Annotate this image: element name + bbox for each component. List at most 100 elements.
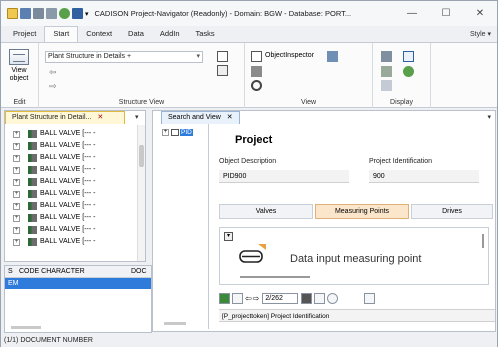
measuring-point-icon [239, 244, 266, 263]
tab-start[interactable]: Start [44, 26, 79, 42]
style-menu[interactable]: Style ▾ [470, 30, 491, 38]
record-icon[interactable] [219, 293, 230, 304]
expand-icon[interactable]: + [13, 202, 20, 210]
close-button[interactable]: ✕ [463, 1, 497, 26]
preview-vscrollbar[interactable] [482, 234, 484, 248]
detail-title: Project [235, 134, 273, 146]
minimize-button[interactable]: — [395, 1, 429, 26]
group-structure-view: Plant Structure in Details + ▾ ⇦ ⇨ Struc… [39, 43, 245, 108]
maximize-button[interactable]: ☐ [429, 1, 463, 26]
tree-item[interactable]: + BALL VALVE [--- - [13, 189, 96, 199]
sort-icon[interactable] [403, 51, 414, 62]
quick-access-toolbar: ▾ [1, 8, 89, 19]
title-bar: ▾ CADISON Project-Navigator (Readonly) -… [1, 1, 497, 26]
tree-hscrollbar[interactable] [164, 322, 186, 325]
collapse-icon[interactable]: ▾ [224, 232, 233, 241]
tree-item[interactable]: + BALL VALVE [--- - [13, 225, 96, 235]
pane-dropdown-icon[interactable]: ▾ [487, 113, 491, 121]
tab-addin[interactable]: AddIn [152, 27, 188, 42]
refresh-icon[interactable] [59, 8, 70, 19]
tree-item[interactable]: + BALL VALVE [--- - [13, 141, 96, 151]
save-icon[interactable] [72, 8, 83, 19]
expand-icon[interactable]: + [13, 178, 20, 186]
column-code-character[interactable]: CODE CHARACTER [19, 266, 85, 278]
next-arrow-icon[interactable]: ⇨ [253, 294, 260, 303]
detail-subtabs: Valves Measuring Points Drives [219, 204, 495, 219]
column-s[interactable]: S [8, 266, 13, 278]
column-doc[interactable]: DOC [131, 266, 147, 278]
valve-icon [28, 154, 37, 162]
tab-context[interactable]: Context [78, 27, 120, 42]
back-arrow-icon[interactable]: ⇦ [49, 67, 57, 78]
folder-open-icon[interactable] [7, 8, 18, 19]
expand-icon[interactable]: + [13, 166, 20, 174]
table-row[interactable]: EM [5, 278, 151, 289]
close-icon[interactable]: ✕ [97, 114, 103, 121]
subtab-drives[interactable]: Drives [411, 204, 493, 219]
tree-item[interactable]: + BALL VALVE [--- - [13, 177, 96, 187]
search-tree: + PID [156, 124, 209, 329]
list-icon[interactable] [381, 80, 392, 91]
ribbon-tabs: Project Start Context Data AddIn Tasks S… [1, 26, 497, 43]
scrollbar-thumb[interactable] [139, 145, 144, 167]
object-description-label: Object Description [219, 158, 277, 165]
object-description-field[interactable]: PID900 [219, 170, 349, 183]
expand-tree-icon[interactable] [217, 65, 228, 76]
tab-tasks[interactable]: Tasks [188, 27, 223, 42]
zoom-icon[interactable] [327, 293, 339, 304]
new-window-icon[interactable] [20, 8, 31, 19]
print-icon[interactable] [364, 293, 376, 304]
structure-view-combo[interactable]: Plant Structure in Details + ▾ [45, 51, 203, 63]
filter-icon[interactable] [381, 66, 392, 77]
tree-item[interactable]: + BALL VALVE [--- - [13, 237, 96, 247]
project-identification-field[interactable]: 900 [369, 170, 479, 183]
tree-item[interactable]: + BALL VALVE [--- - [13, 165, 96, 175]
diagram-icon [171, 129, 179, 136]
pane-dropdown-icon[interactable]: ▾ [135, 113, 139, 121]
qat-dropdown-icon[interactable]: ▾ [85, 10, 89, 18]
expand-icon[interactable]: + [13, 154, 20, 162]
valve-icon [28, 238, 37, 246]
tree-scrollbar[interactable] [137, 125, 145, 261]
expand-icon[interactable]: + [13, 226, 20, 234]
tab-plant-structure[interactable]: Plant Structure in Detail... ✕ [5, 111, 125, 124]
window-title: CADISON Project-Navigator (Readonly) - D… [94, 9, 352, 18]
expand-icon[interactable]: + [13, 214, 20, 222]
tree-item[interactable]: + BALL VALVE [--- - [13, 201, 96, 211]
forward-arrow-icon[interactable]: ⇨ [49, 81, 57, 92]
tree-item[interactable]: + BALL VALVE [--- - [13, 213, 96, 223]
expand-icon[interactable]: + [162, 129, 169, 136]
tab-data[interactable]: Data [120, 27, 152, 42]
display-grid-icon[interactable] [381, 51, 392, 62]
sync-icon[interactable] [403, 66, 414, 77]
collapse-tree-icon[interactable] [217, 51, 228, 62]
document-icon[interactable] [251, 66, 262, 77]
previous-arrow-icon[interactable]: ⇦ [245, 294, 252, 303]
close-icon[interactable]: ✕ [227, 114, 233, 121]
expand-icon[interactable]: + [13, 130, 20, 138]
grid-icon[interactable] [46, 8, 57, 19]
tab-project[interactable]: Project [5, 27, 44, 42]
expand-icon[interactable]: + [13, 190, 20, 198]
tree-item-label: BALL VALVE [--- - [40, 130, 96, 137]
tree-node-pid[interactable]: + PID [162, 129, 193, 136]
tree-icon[interactable] [33, 8, 44, 19]
columns-icon[interactable] [301, 293, 313, 304]
preview-hscrollbar[interactable] [240, 276, 310, 278]
eye-icon[interactable] [251, 80, 262, 91]
subtab-measuring-points[interactable]: Measuring Points [315, 204, 409, 219]
tree-item[interactable]: + BALL VALVE [--- - [13, 129, 96, 139]
view-object-button[interactable]: View object [5, 49, 33, 83]
layout-icon[interactable] [327, 51, 338, 62]
subtab-valves[interactable]: Valves [219, 204, 313, 219]
object-inspector-button[interactable]: ObjectInspector [265, 52, 314, 59]
table-cell: EM [8, 280, 19, 287]
tab-search-and-view[interactable]: Search and View ✕ [161, 111, 240, 124]
expand-icon[interactable]: + [13, 238, 20, 246]
table-view-icon[interactable] [232, 293, 243, 304]
expand-icon[interactable]: + [13, 142, 20, 150]
image-icon[interactable] [314, 293, 326, 304]
grid-scrollbar[interactable] [11, 326, 41, 329]
tree-item-label: BALL VALVE [--- - [40, 238, 96, 245]
tree-item[interactable]: + BALL VALVE [--- - [13, 153, 96, 163]
